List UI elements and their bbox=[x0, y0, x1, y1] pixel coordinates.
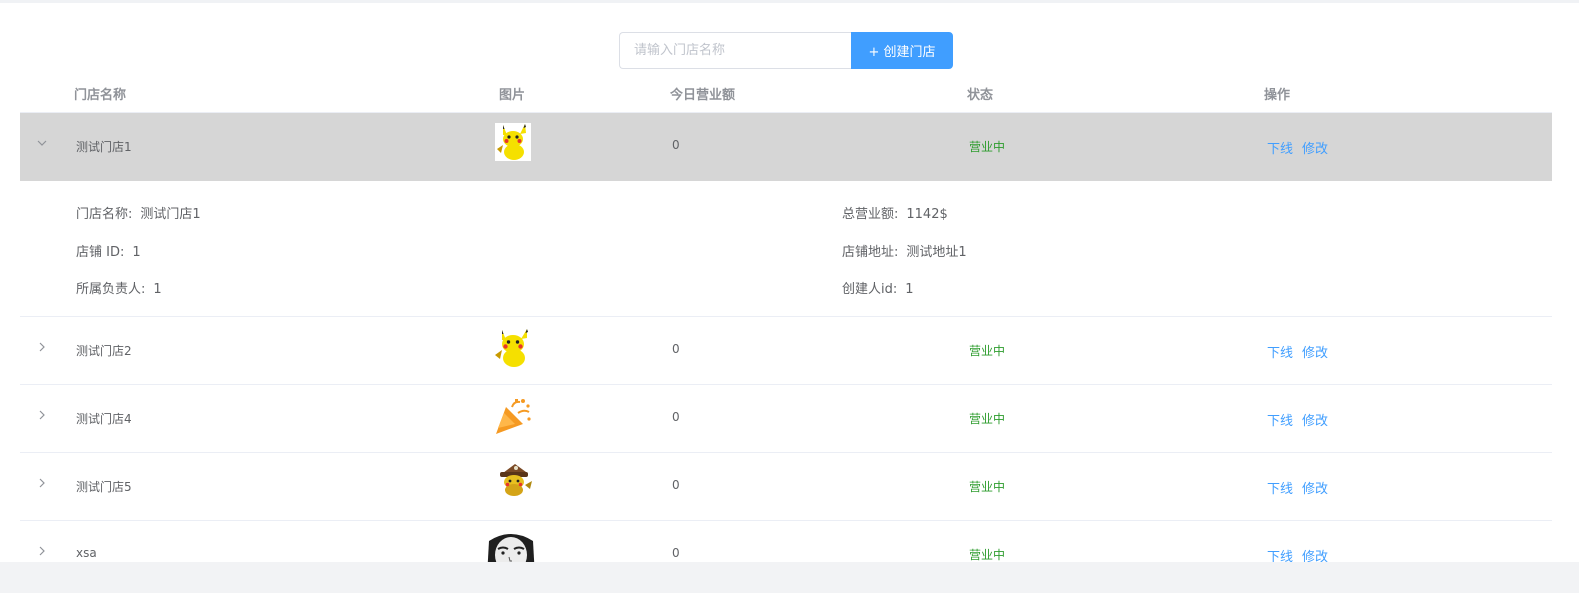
detail-store-name: 门店名称: 测试门店1 bbox=[76, 203, 201, 222]
expand-chevron-icon[interactable] bbox=[32, 477, 52, 497]
edit-link[interactable]: 修改 bbox=[1302, 138, 1328, 157]
store-name: 测试门店5 bbox=[76, 480, 132, 494]
table-row[interactable]: 测试门店4 0 营业中 下线 修改 bbox=[20, 385, 1552, 453]
today-revenue: 0 bbox=[672, 138, 680, 152]
store-table: 门店名称 图片 今日营业额 状态 操作 测试门店1 0 营业中 下线 修改 门店… bbox=[20, 69, 1552, 562]
store-search-input[interactable] bbox=[619, 32, 851, 69]
column-header-status: 状态 bbox=[967, 88, 994, 103]
detail-value: 1 bbox=[905, 282, 914, 297]
table-row[interactable]: xsa 0 营业中 下线 修改 bbox=[20, 521, 1552, 562]
column-header-image: 图片 bbox=[499, 88, 526, 103]
offline-link[interactable]: 下线 bbox=[1267, 478, 1293, 497]
expand-chevron-icon[interactable] bbox=[32, 341, 52, 361]
store-name: 测试门店1 bbox=[76, 140, 132, 154]
status-badge: 营业中 bbox=[969, 412, 1006, 426]
expand-chevron-icon[interactable] bbox=[32, 409, 52, 429]
today-revenue: 0 bbox=[672, 410, 680, 424]
edit-link[interactable]: 修改 bbox=[1302, 546, 1328, 562]
table-row[interactable]: 测试门店2 0 营业中 下线 修改 bbox=[20, 317, 1552, 385]
store-detail-panel: 门店名称: 测试门店1 店铺 ID: 1 所属负责人: 1 总营业额: 1142$ 店铺… bbox=[20, 181, 1552, 317]
store-name: 测试门店4 bbox=[76, 412, 132, 426]
detail-value: 测试门店1 bbox=[140, 207, 201, 222]
edit-link[interactable]: 修改 bbox=[1302, 478, 1328, 497]
create-store-button[interactable]: + 创建门店 bbox=[851, 32, 953, 69]
status-badge: 营业中 bbox=[969, 548, 1006, 562]
detail-address: 店铺地址: 测试地址1 bbox=[842, 241, 967, 260]
status-badge: 营业中 bbox=[969, 480, 1006, 494]
meme-face-image bbox=[483, 531, 539, 562]
store-panel: + 创建门店 门店名称 图片 今日营业额 状态 操作 测试门店1 bbox=[0, 3, 1579, 562]
store-name: 测试门店2 bbox=[76, 344, 132, 358]
today-revenue: 0 bbox=[672, 546, 680, 560]
store-name: xsa bbox=[76, 546, 97, 560]
detail-total-revenue: 总营业额: 1142$ bbox=[842, 203, 948, 222]
detail-owner: 所属负责人: 1 bbox=[76, 278, 162, 297]
table-row[interactable]: 测试门店5 0 营业中 下线 修改 bbox=[20, 453, 1552, 521]
table-header: 门店名称 图片 今日营业额 状态 操作 bbox=[20, 69, 1552, 113]
detail-label: 所属负责人: bbox=[76, 282, 146, 297]
expand-chevron-icon[interactable] bbox=[32, 545, 52, 562]
table-row[interactable]: 测试门店1 0 营业中 下线 修改 bbox=[20, 113, 1552, 181]
detail-store-id: 店铺 ID: 1 bbox=[76, 241, 141, 260]
detail-value: 测试地址1 bbox=[906, 245, 967, 260]
offline-link[interactable]: 下线 bbox=[1267, 342, 1293, 361]
column-header-name: 门店名称 bbox=[74, 88, 127, 103]
column-header-actions: 操作 bbox=[1264, 88, 1291, 103]
pikachu-hat-image bbox=[497, 463, 533, 497]
column-header-revenue: 今日营业额 bbox=[670, 88, 736, 103]
pikachu-image bbox=[495, 123, 531, 161]
offline-link[interactable]: 下线 bbox=[1267, 410, 1293, 429]
detail-label: 创建人id: bbox=[842, 282, 898, 297]
toolbar: + 创建门店 bbox=[619, 32, 953, 69]
detail-label: 店铺 ID: bbox=[76, 245, 125, 260]
party-popper-image bbox=[493, 397, 533, 437]
edit-link[interactable]: 修改 bbox=[1302, 342, 1328, 361]
collapse-chevron-icon[interactable] bbox=[32, 137, 52, 157]
edit-link[interactable]: 修改 bbox=[1302, 410, 1328, 429]
offline-link[interactable]: 下线 bbox=[1267, 546, 1293, 562]
detail-value: 1 bbox=[132, 245, 141, 260]
detail-value: 1 bbox=[153, 282, 162, 297]
pikachu-image bbox=[493, 327, 533, 369]
today-revenue: 0 bbox=[672, 342, 680, 356]
detail-label: 店铺地址: bbox=[842, 245, 899, 260]
detail-label: 总营业额: bbox=[842, 207, 899, 222]
status-badge: 营业中 bbox=[969, 344, 1006, 358]
offline-link[interactable]: 下线 bbox=[1267, 138, 1293, 157]
detail-creator-id: 创建人id: 1 bbox=[842, 278, 914, 297]
detail-label: 门店名称: bbox=[76, 207, 133, 222]
detail-value: 1142$ bbox=[906, 207, 948, 222]
status-badge: 营业中 bbox=[969, 140, 1006, 154]
today-revenue: 0 bbox=[672, 478, 680, 492]
